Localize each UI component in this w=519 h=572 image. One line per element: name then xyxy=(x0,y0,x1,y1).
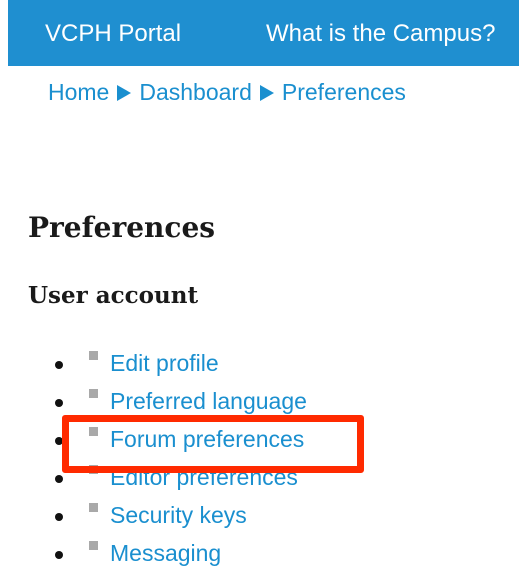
user-account-preferences-list: Edit profile Preferred language Forum pr… xyxy=(0,344,400,572)
triangle-right-icon xyxy=(259,84,274,101)
breadcrumb-preferences[interactable]: Preferences xyxy=(282,79,406,106)
page-title: Preferences xyxy=(28,211,216,244)
bullet-icon xyxy=(55,513,63,521)
section-title-user-account: User account xyxy=(28,282,199,309)
bullet-icon xyxy=(55,551,63,559)
list-item: Messaging xyxy=(0,534,400,572)
square-bullet-icon xyxy=(89,465,98,474)
square-bullet-icon xyxy=(89,351,98,360)
nav-link-vcph-portal[interactable]: VCPH Portal xyxy=(45,20,181,48)
square-bullet-icon xyxy=(89,389,98,398)
bullet-icon xyxy=(55,361,63,369)
bullet-icon xyxy=(55,437,63,445)
breadcrumb-dashboard[interactable]: Dashboard xyxy=(139,79,252,106)
list-item: Security keys xyxy=(0,496,400,534)
list-item: Edit profile xyxy=(0,344,400,382)
bullet-icon xyxy=(55,399,63,407)
breadcrumb: Home Dashboard Preferences xyxy=(48,79,406,106)
forum-preferences-link[interactable]: Forum preferences xyxy=(110,426,304,453)
top-navigation-bar: VCPH Portal What is the Campus? xyxy=(8,0,519,66)
breadcrumb-home[interactable]: Home xyxy=(48,79,109,106)
bullet-icon xyxy=(55,475,63,483)
list-item: Editor preferences xyxy=(0,458,400,496)
edit-profile-link[interactable]: Edit profile xyxy=(110,350,219,377)
list-item: Preferred language xyxy=(0,382,400,420)
nav-link-what-is-the-campus[interactable]: What is the Campus? xyxy=(266,20,495,48)
messaging-link[interactable]: Messaging xyxy=(110,540,221,567)
square-bullet-icon xyxy=(89,541,98,550)
triangle-right-icon xyxy=(117,84,132,101)
square-bullet-icon xyxy=(89,427,98,436)
editor-preferences-link[interactable]: Editor preferences xyxy=(110,464,298,491)
preferred-language-link[interactable]: Preferred language xyxy=(110,388,307,415)
square-bullet-icon xyxy=(89,503,98,512)
list-item: Forum preferences xyxy=(0,420,400,458)
security-keys-link[interactable]: Security keys xyxy=(110,502,247,529)
